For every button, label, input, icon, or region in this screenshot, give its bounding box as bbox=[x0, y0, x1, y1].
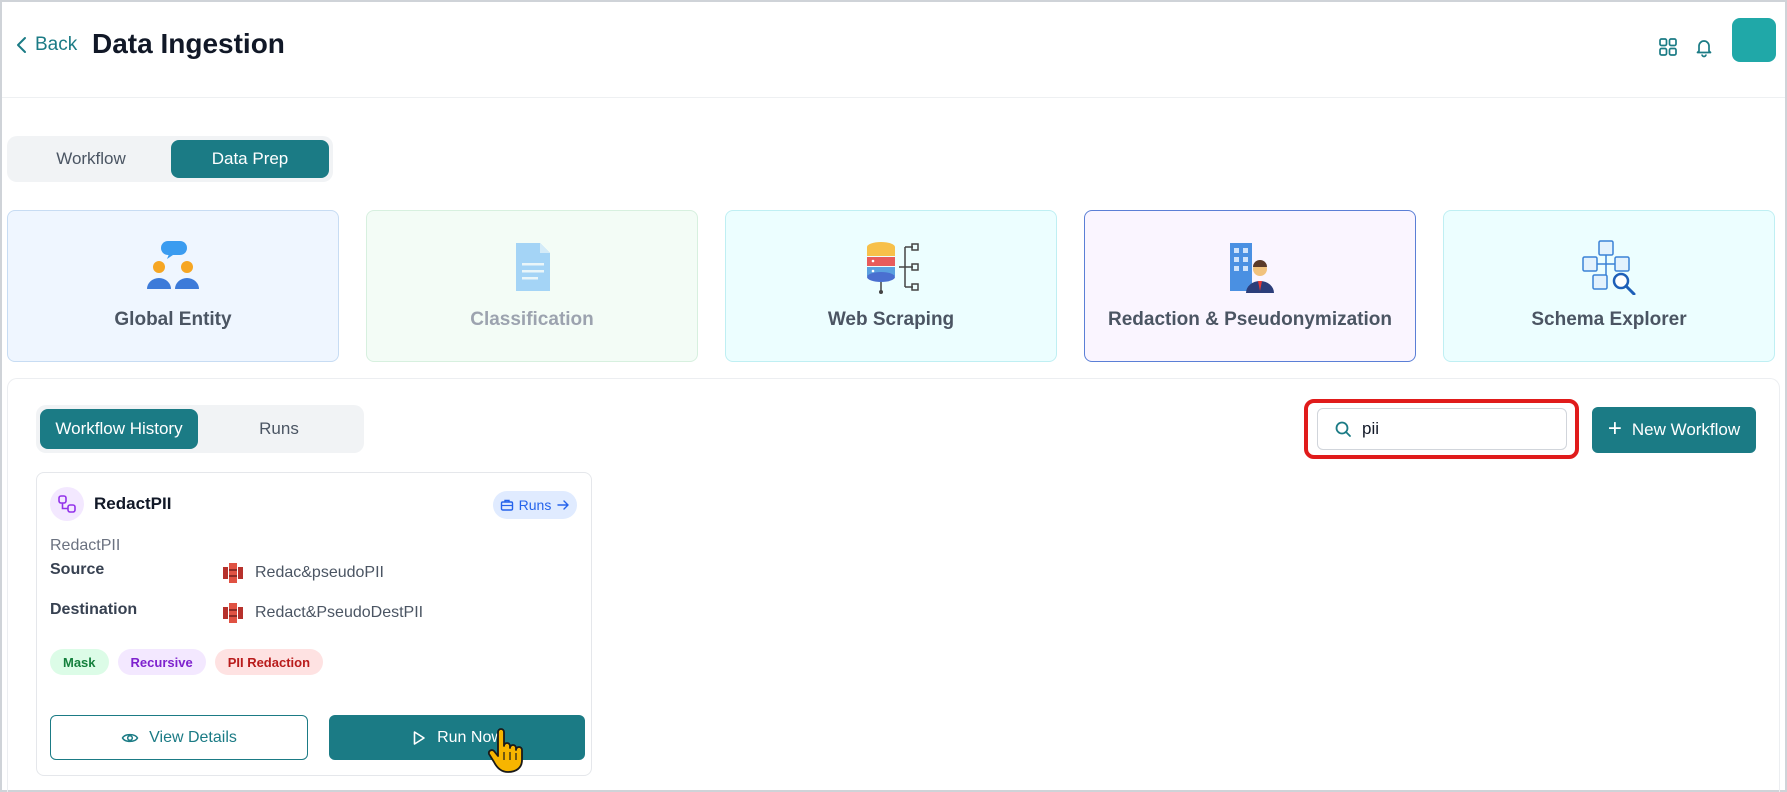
sub-tab-switcher: Workflow History Runs bbox=[36, 405, 364, 453]
card-label: Web Scraping bbox=[827, 309, 955, 330]
search-input[interactable] bbox=[1362, 419, 1552, 439]
tag-recursive: Recursive bbox=[117, 649, 206, 675]
page-header: Back Data Ingestion bbox=[2, 2, 1785, 98]
chevron-left-icon bbox=[17, 37, 26, 53]
new-workflow-button[interactable]: + New Workflow bbox=[1592, 407, 1756, 453]
source-label: Source bbox=[50, 561, 105, 578]
avatar[interactable] bbox=[1732, 18, 1776, 62]
top-tab-switcher: Workflow Data Prep bbox=[7, 136, 333, 182]
page-title: Data Ingestion bbox=[92, 28, 285, 59]
workflow-title: RedactPII bbox=[94, 494, 172, 513]
source-name: Redac&pseudoPII bbox=[255, 564, 384, 581]
feature-cards: Global Entity Classification Web Scrapin… bbox=[7, 210, 1780, 362]
tag-mask: Mask bbox=[50, 649, 109, 675]
card-web-scraping[interactable]: Web Scraping bbox=[725, 210, 1057, 362]
plus-icon: + bbox=[1607, 415, 1622, 442]
tag-pii-redaction: PII Redaction bbox=[214, 649, 324, 675]
card-label: Global Entity bbox=[114, 309, 232, 330]
storage-bucket-icon bbox=[223, 603, 243, 623]
run-now-button[interactable]: Run Now bbox=[329, 715, 585, 760]
card-redaction-pseudonymization[interactable]: Redaction & Pseudonymization bbox=[1084, 210, 1416, 362]
card-global-entity[interactable]: Global Entity bbox=[7, 210, 339, 362]
grid-icon[interactable] bbox=[1657, 36, 1679, 58]
source-value: Redac&pseudoPII bbox=[221, 561, 384, 585]
new-workflow-label: New Workflow bbox=[1631, 420, 1741, 439]
destination-label: Destination bbox=[50, 601, 138, 618]
card-label: Classification bbox=[470, 309, 594, 330]
destination-name: Redact&PseudoDestPII bbox=[255, 604, 424, 621]
runs-link-label: Runs bbox=[518, 497, 552, 513]
bell-icon[interactable] bbox=[1693, 36, 1715, 58]
tab-workflow-history[interactable]: Workflow History bbox=[40, 409, 198, 449]
people-chat-icon bbox=[147, 241, 199, 289]
tab-data-prep[interactable]: Data Prep bbox=[171, 140, 329, 178]
arrow-right-icon bbox=[557, 500, 570, 510]
play-icon bbox=[413, 730, 425, 745]
back-button[interactable]: Back bbox=[15, 34, 77, 56]
building-person-icon bbox=[1230, 243, 1274, 293]
workflow-description: RedactPII bbox=[50, 537, 121, 554]
view-details-label: View Details bbox=[149, 728, 237, 746]
storage-bucket-icon bbox=[223, 563, 243, 583]
search-icon bbox=[1335, 421, 1351, 437]
tab-runs[interactable]: Runs bbox=[198, 409, 360, 449]
briefcase-icon bbox=[500, 499, 513, 511]
card-label: Redaction & Pseudonymization bbox=[1108, 309, 1392, 330]
card-classification[interactable]: Classification bbox=[366, 210, 698, 362]
destination-value: Redact&PseudoDestPII bbox=[221, 601, 423, 625]
workflow-type-icon bbox=[50, 487, 84, 521]
back-label: Back bbox=[35, 34, 78, 55]
tag-list: Mask Recursive PII Redaction bbox=[50, 649, 324, 675]
document-icon bbox=[516, 243, 550, 291]
schema-search-icon bbox=[1582, 240, 1636, 295]
workflow-nodes-icon bbox=[58, 495, 76, 513]
card-schema-explorer[interactable]: Schema Explorer bbox=[1443, 210, 1775, 362]
database-network-icon bbox=[867, 242, 919, 294]
eye-icon bbox=[121, 733, 139, 742]
tab-workflow[interactable]: Workflow bbox=[11, 140, 171, 178]
runs-link[interactable]: Runs bbox=[493, 491, 577, 519]
view-details-button[interactable]: View Details bbox=[50, 715, 308, 760]
search-box[interactable] bbox=[1317, 408, 1567, 450]
card-label: Schema Explorer bbox=[1531, 309, 1687, 330]
workflow-panel: Workflow History Runs + New Workflow Red… bbox=[7, 378, 1780, 792]
hand-cursor-icon bbox=[487, 728, 523, 773]
